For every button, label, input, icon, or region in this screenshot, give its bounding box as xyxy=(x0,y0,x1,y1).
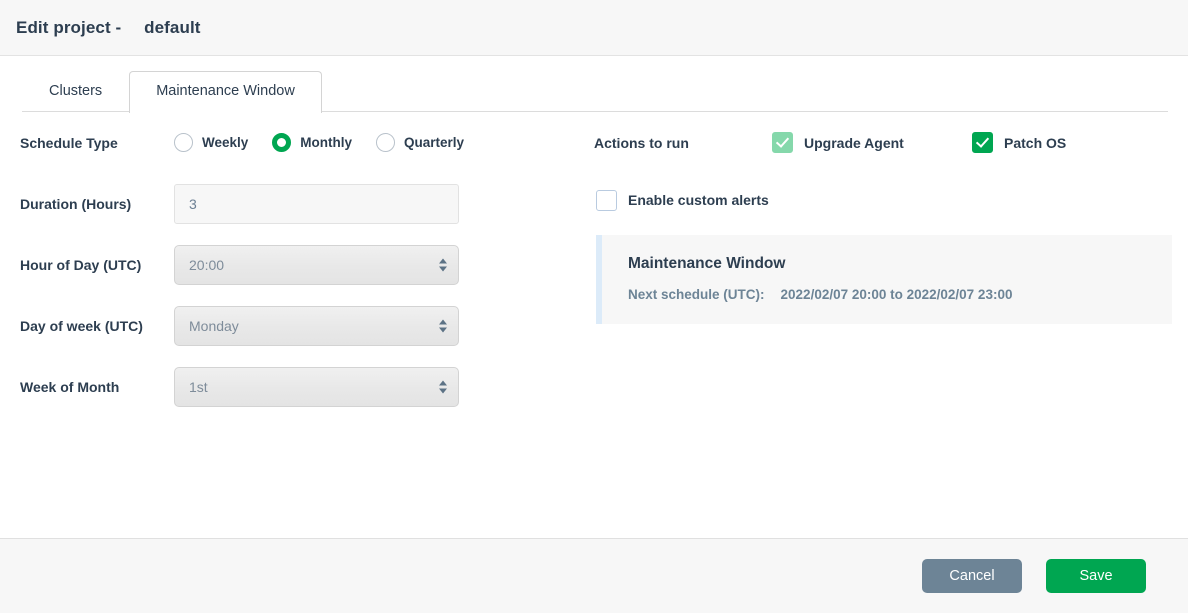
save-button[interactable]: Save xyxy=(1046,559,1146,593)
week-of-month-select[interactable]: 1st xyxy=(174,366,459,407)
dialog-footer: Cancel Save xyxy=(0,538,1188,613)
schedule-form: Schedule Type Weekly Monthly Quarterly D… xyxy=(0,112,580,417)
checkbox-enable-custom-alerts-indicator[interactable] xyxy=(596,189,617,211)
checkbox-upgrade-agent-indicator[interactable] xyxy=(772,132,793,153)
duration-input[interactable] xyxy=(174,183,459,224)
checkbox-upgrade-agent-label: Upgrade Agent xyxy=(804,134,904,151)
tab-bar: Clusters Maintenance Window xyxy=(0,56,1188,113)
tab-maintenance-window[interactable]: Maintenance Window xyxy=(129,70,322,113)
page-title-prefix: Edit project - xyxy=(16,17,122,37)
actions-to-run-label: Actions to run xyxy=(594,134,689,151)
radio-monthly-label: Monthly xyxy=(300,135,353,150)
info-panel-title: Maintenance Window xyxy=(628,255,786,272)
field-enable-custom-alerts: Enable custom alerts xyxy=(594,173,1168,227)
schedule-type-label: Schedule Type xyxy=(20,134,118,151)
tab-maintenance-window-label: Maintenance Window xyxy=(156,82,295,99)
day-of-week-label: Day of week (UTC) xyxy=(20,317,143,334)
day-of-week-select-value[interactable]: Monday xyxy=(174,305,459,346)
info-panel-next-schedule: Next schedule (UTC): 2022/02/07 20:00 to… xyxy=(628,287,1150,302)
radio-option-monthly[interactable]: Monthly xyxy=(272,133,352,152)
tab-clusters-label: Clusters xyxy=(49,82,103,99)
duration-label: Duration (Hours) xyxy=(20,195,132,212)
next-schedule-value: 2022/02/07 20:00 to 2022/02/07 23:00 xyxy=(780,287,1013,302)
radio-option-weekly[interactable]: Weekly xyxy=(174,133,248,152)
radio-weekly-label: Weekly xyxy=(202,135,249,150)
actions-panel: Actions to run Upgrade Agent Patch OS En… xyxy=(594,112,1172,324)
day-of-week-select[interactable]: Monday xyxy=(174,305,459,346)
field-actions-to-run: Actions to run Upgrade Agent Patch OS xyxy=(594,112,1168,173)
checkbox-patch-os[interactable]: Patch OS xyxy=(972,132,1066,153)
week-of-month-select-value[interactable]: 1st xyxy=(174,366,459,407)
radio-quarterly-indicator[interactable] xyxy=(376,133,396,152)
week-of-month-label: Week of Month xyxy=(20,378,120,395)
page-title: Edit project - default xyxy=(16,18,201,38)
tab-clusters[interactable]: Clusters xyxy=(22,71,129,112)
dialog-header: Edit project - default xyxy=(0,0,1188,56)
schedule-type-radio-group: Weekly Monthly Quarterly xyxy=(174,133,580,152)
field-day-of-week: Day of week (UTC) Monday xyxy=(0,295,580,356)
field-hour-of-day: Hour of Day (UTC) 20:00 xyxy=(0,234,580,295)
maintenance-window-info-panel: Maintenance Window Next schedule (UTC): … xyxy=(596,235,1172,324)
hour-of-day-select[interactable]: 20:00 xyxy=(174,244,459,285)
radio-monthly-indicator[interactable] xyxy=(272,133,292,152)
checkbox-upgrade-agent[interactable]: Upgrade Agent xyxy=(772,132,972,153)
next-schedule-label: Next schedule (UTC): xyxy=(628,287,765,302)
field-duration: Duration (Hours) xyxy=(0,173,580,234)
hour-of-day-select-value[interactable]: 20:00 xyxy=(174,244,459,285)
project-name: default xyxy=(144,17,201,37)
dialog-body: Schedule Type Weekly Monthly Quarterly D… xyxy=(0,112,1188,593)
checkbox-enable-custom-alerts-label: Enable custom alerts xyxy=(628,192,769,208)
checkbox-patch-os-indicator[interactable] xyxy=(972,132,993,153)
radio-option-quarterly[interactable]: Quarterly xyxy=(376,133,464,152)
checkbox-enable-custom-alerts[interactable]: Enable custom alerts xyxy=(596,189,769,211)
radio-weekly-indicator[interactable] xyxy=(174,133,193,152)
checkbox-patch-os-label: Patch OS xyxy=(1004,134,1067,151)
cancel-button[interactable]: Cancel xyxy=(922,559,1022,593)
radio-quarterly-label: Quarterly xyxy=(404,135,465,150)
field-schedule-type: Schedule Type Weekly Monthly Quarterly xyxy=(0,112,580,173)
hour-of-day-label: Hour of Day (UTC) xyxy=(20,256,142,273)
field-week-of-month: Week of Month 1st xyxy=(0,356,580,417)
